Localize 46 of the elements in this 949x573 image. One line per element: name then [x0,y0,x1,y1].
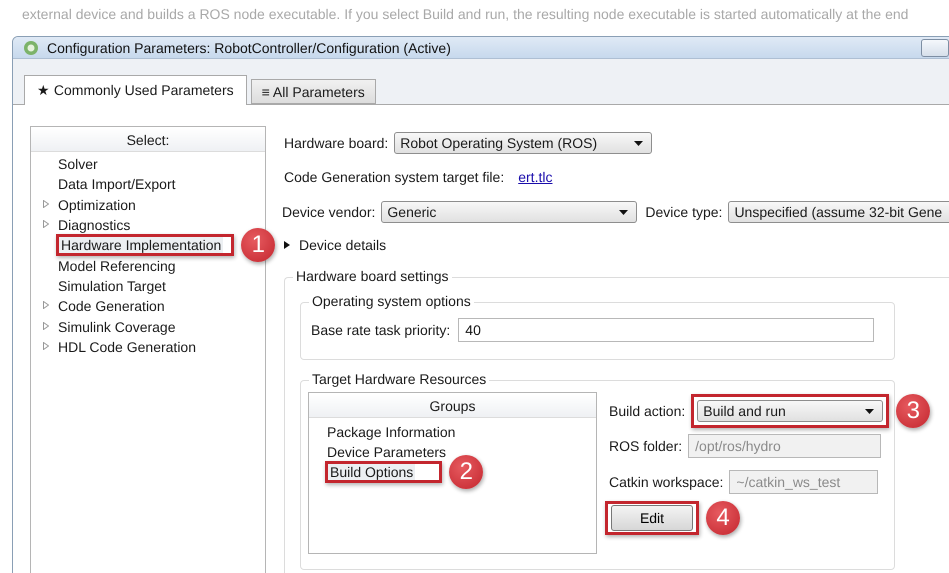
caret-icon [865,408,874,414]
tree-item[interactable]: Simulation Target [56,278,168,294]
tree-item[interactable]: Data Import/Export [56,176,178,192]
app-icon [23,40,39,56]
build-action-dropdown[interactable]: Build and run [697,400,884,422]
device-type-dropdown[interactable]: Unspecified (assume 32-bit Gene [728,201,949,223]
field-label: Catkin workspace: [609,474,724,490]
caption-text: external device and builds a ROS node executable. If you select Build and run, the resulting node executable is started automatically at the end [22,6,908,22]
tab[interactable]: ★ Commonly Used Parameters [24,75,247,105]
tree-item[interactable]: Optimization [56,196,138,213]
tree-item[interactable]: HDL Code Generation [56,338,198,355]
callout-number: 2 [449,455,484,489]
field-label: ROS folder: [609,438,682,454]
group-item[interactable]: Device Parameters [325,444,448,460]
input-field[interactable]: 40 [458,318,874,342]
minimize-button[interactable] [921,38,949,56]
caret-icon [619,210,628,214]
field-label: Code Generation system target file: [284,168,504,184]
tree-item[interactable]: Model Referencing [56,258,178,274]
expand-icon[interactable] [284,241,291,249]
callout-number: 1 [241,228,276,262]
section-toggle[interactable]: Device details [299,237,386,253]
group-item[interactable]: Build Options [328,464,416,480]
group-title: Target Hardware Resources [309,371,490,387]
field-label: Device vendor: [282,204,376,220]
tree-item[interactable]: Code Generation [56,298,167,314]
target-file-link[interactable]: ert.tlc [518,168,552,184]
hardware-board-dropdown[interactable]: Robot Operating System (ROS) [394,132,652,154]
tab[interactable]: ≡ All Parameters [250,79,376,104]
caret-icon [634,140,644,146]
group-title: Hardware board settings [293,268,452,284]
edit-button[interactable]: Edit [611,505,693,531]
tree-item[interactable]: Hardware Implementation [59,237,224,254]
tree-item[interactable]: Diagnostics [56,217,132,234]
field-label: Base rate task priority: [311,322,450,338]
tree-item[interactable]: Simulink Coverage [56,318,178,335]
callout-number: 3 [896,394,930,428]
group-title: Operating system options [309,293,474,309]
field-label: Hardware board: [284,135,388,151]
tree-item[interactable]: Solver [56,156,100,172]
window-title: Configuration Parameters: RobotController/Configuration (Active) [47,40,451,56]
group-item[interactable]: Package Information [325,424,458,440]
device-vendor-dropdown[interactable]: Generic [381,201,638,223]
field-label: Build action: [609,403,686,419]
callout-number: 4 [706,501,740,535]
field-label: Device type: [645,204,722,220]
